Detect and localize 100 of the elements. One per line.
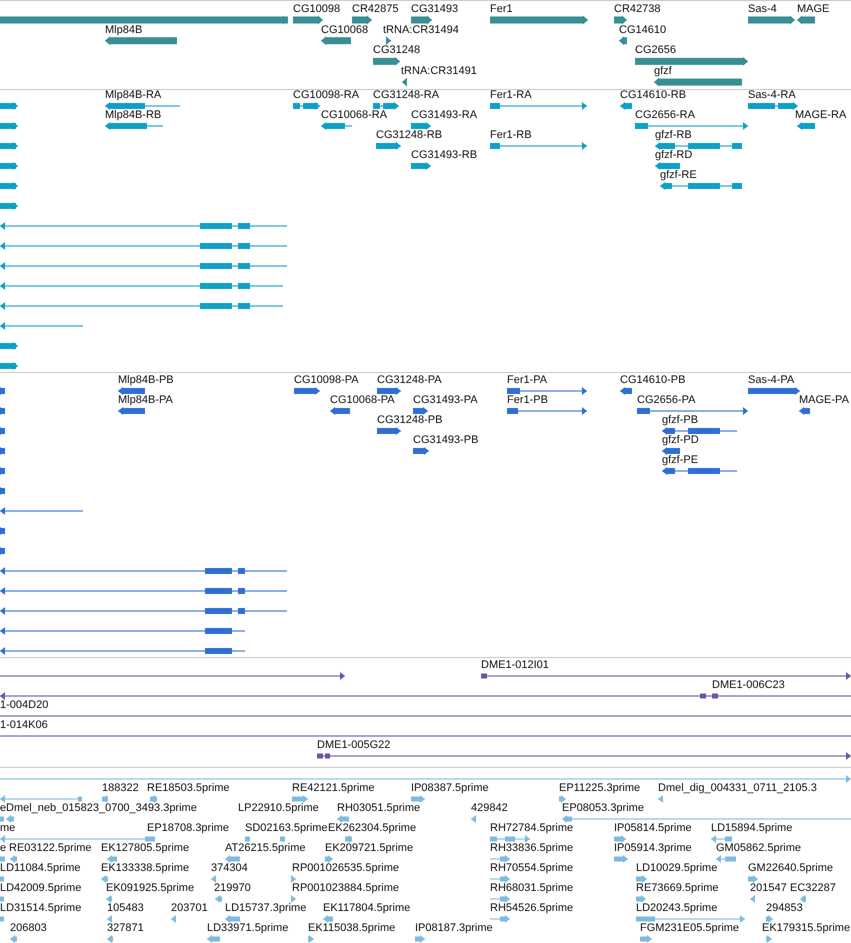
feature-label: tRNA:CR31491: [401, 65, 477, 78]
feature-label: CG10068: [321, 24, 368, 36]
feature-label: CG14610-RB: [620, 90, 686, 101]
feature-label: EK209721.5prime: [325, 842, 414, 854]
feature-label: CG31493-RB: [411, 149, 478, 161]
feature-label: LD42009.5prime: [0, 882, 82, 894]
feature-label: CG31248: [373, 44, 420, 56]
feature-label: EK133338.5prime: [101, 862, 190, 874]
feature-label: CG31248-PA: [377, 374, 442, 386]
feature-label: RE73669.5prime: [636, 882, 719, 894]
feature-label: EK127805.5prime: [101, 842, 190, 854]
feature-label: CG2656-PA: [637, 394, 696, 406]
feature-label: MAGE-RA: [795, 109, 846, 121]
feature-label: Sas-4: [748, 3, 777, 15]
feature-label: RH70554.5prime: [490, 862, 574, 874]
feature-label: CG31248-RB: [376, 129, 442, 141]
feature-label: CR42875: [352, 3, 398, 15]
feature-label: RH72784.5prime: [490, 822, 574, 834]
feature-label: IP08187.3prime: [415, 922, 493, 934]
feature-label: EK179315.5prime: [762, 922, 850, 934]
feature-label: CG31493-PA: [413, 394, 478, 406]
feature-label: EK117804.5prime: [323, 902, 410, 914]
feature-label: 1-014K06: [0, 719, 48, 731]
feature-label: 374304: [211, 862, 248, 874]
feature-label: EK091925.5prime: [106, 882, 194, 894]
feature-label: FGM231E05.5prime: [640, 922, 740, 934]
feature-label: RH03051.5prime: [337, 802, 420, 814]
feature-label: EK115038.5prime: [308, 922, 396, 934]
feature-label: 203701: [171, 902, 208, 914]
feature-label: RH33836.5prime: [490, 842, 574, 854]
feature-label: me: [0, 822, 16, 834]
feature-label: Mlp84B-PA: [118, 394, 173, 406]
feature-label: MAGE: [797, 3, 830, 15]
feature-label: CG14610-PB: [620, 374, 686, 386]
feature-label: e: [0, 802, 6, 814]
feature-label: gfzf-RD: [655, 149, 692, 161]
feature-label: CG31493-PB: [413, 434, 478, 446]
feature-label: LD15737.3prime: [225, 902, 306, 914]
feature-label: Fer1-RB: [490, 129, 532, 141]
feature-label: AT26215.5prime: [225, 842, 306, 854]
feature-label: RH68031.5prime: [490, 882, 574, 894]
feature-label: 105483: [107, 902, 144, 914]
feature-label: EP08053.3prime: [562, 802, 644, 814]
feature-label: 188322: [102, 782, 139, 794]
feature-label: CR42738: [614, 3, 660, 15]
feature-label: DME1-012I01: [481, 659, 549, 671]
feature-label: Sas-4-RA: [748, 90, 796, 101]
feature-label: IP05914.3prime: [614, 842, 692, 854]
feature-label: Fer1-PA: [507, 374, 548, 386]
feature-label: RE18503.5prime: [147, 782, 230, 794]
feature-label: Dmel_dig_004331_0711_2105.3: [658, 782, 817, 794]
feature-label: CG10098-PA: [294, 374, 359, 386]
feature-label: gfzf-PE: [662, 454, 698, 466]
feature-label: CG10098: [293, 3, 340, 15]
feature-label: Fer1: [490, 3, 513, 15]
feature-label: LD11084.5prime: [0, 862, 81, 874]
feature-label: CG31493-RA: [411, 109, 478, 121]
feature-label: 1-004D20: [0, 699, 48, 711]
feature-label: Dmel_neb_015823_0700_3493.3prime: [6, 802, 197, 814]
feature-label: LD15894.5prime: [711, 822, 792, 834]
feature-label: 294853: [766, 902, 803, 914]
feature-label: LD31514.5prime: [0, 902, 82, 914]
feature-label: Mlp84B-PB: [118, 374, 174, 386]
feature-label: GM05862.5prime: [716, 842, 801, 854]
feature-label: tRNA:CR31494: [383, 24, 459, 36]
feature-label: 206803: [10, 922, 47, 934]
feature-label: EK262304.5prime: [328, 822, 416, 834]
feature-label: 327871: [107, 922, 144, 934]
feature-label: gfzf-PB: [662, 414, 698, 426]
feature-label: IP08387.5prime: [411, 782, 489, 794]
feature-label: 219970: [214, 882, 251, 894]
feature-label: CG10068-RA: [321, 109, 388, 121]
feature-label: e: [0, 842, 6, 854]
feature-label: gfzf: [654, 65, 672, 78]
feature-label: Fer1-PB: [507, 394, 548, 406]
feature-label: Fer1-RA: [490, 90, 532, 101]
feature-label: RP001026535.5prime: [292, 862, 400, 874]
feature-label: LD33971.5prime: [207, 922, 288, 934]
feature-label: CG2656: [635, 44, 676, 56]
feature-label: LD10029.5prime: [636, 862, 718, 874]
feature-label: CG10068-PA: [330, 394, 395, 406]
feature-label: CG14610: [619, 24, 666, 36]
feature-label: Mlp84B-RB: [105, 109, 162, 121]
feature-label: 201547: [750, 882, 787, 894]
feature-label: LP22910.5prime: [238, 802, 319, 814]
feature-label: gfzf-RE: [660, 169, 697, 181]
feature-label: IP05814.5prime: [614, 822, 692, 834]
feature-label: CG31248-RA: [373, 90, 440, 101]
feature-label: CG31248-PB: [377, 414, 442, 426]
feature-label: DME1-006C23: [712, 679, 785, 691]
feature-label: RE42121.5prime: [292, 782, 375, 794]
feature-label: RH54526.5prime: [490, 902, 574, 914]
feature-label: EC32287: [790, 882, 836, 894]
feature-label: LD20243.5prime: [636, 902, 718, 914]
feature-label: RP001023884.5prime: [292, 882, 400, 894]
feature-label: MAGE-PA: [799, 394, 849, 406]
feature-label: DME1-005G22: [317, 739, 390, 751]
feature-label: CG31493: [411, 3, 458, 15]
feature-label: EP18708.3prime: [147, 822, 229, 834]
feature-label: GM22640.5prime: [748, 862, 833, 874]
